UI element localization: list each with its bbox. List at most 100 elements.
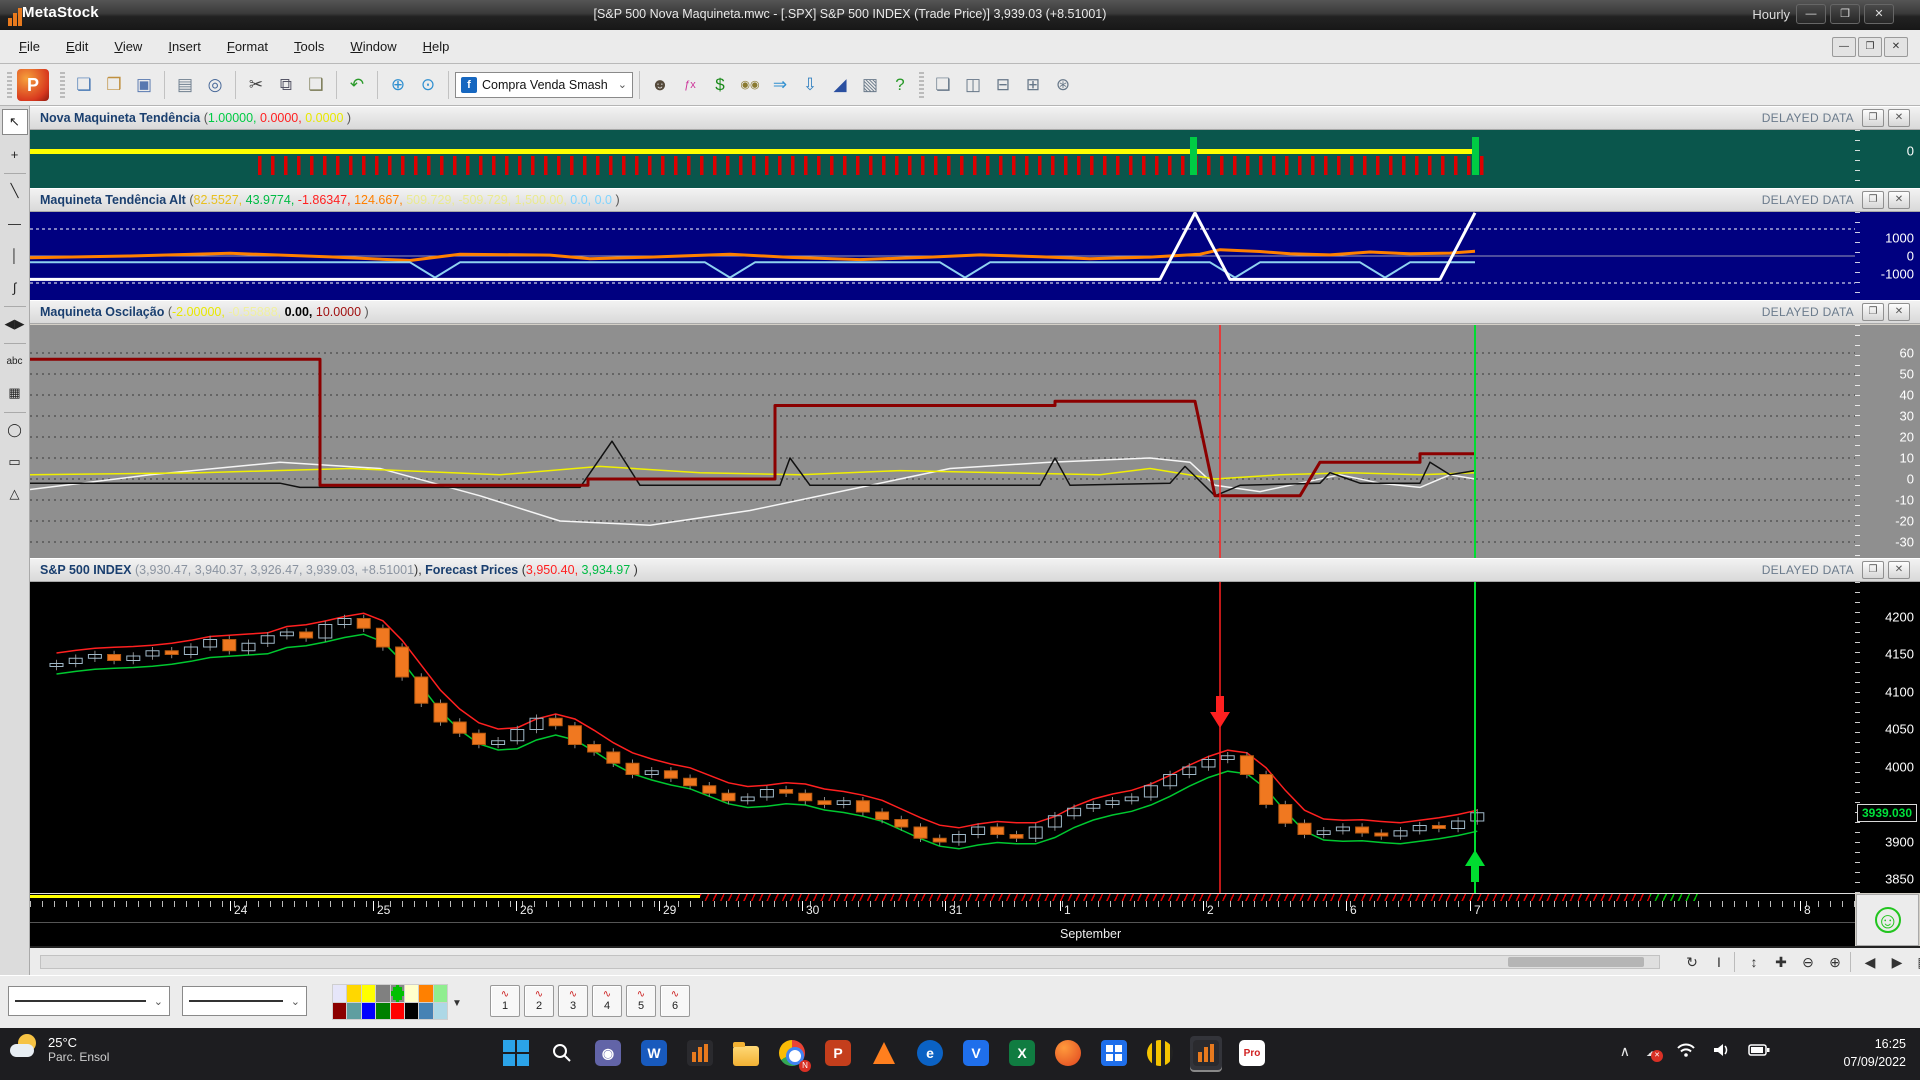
color-swatch[interactable] [391, 985, 404, 1002]
chart-layout-button-2[interactable]: ∿2 [524, 985, 554, 1017]
bar-interval-icon[interactable]: I [1707, 951, 1731, 973]
vertical-line-tool[interactable]: │ [2, 242, 28, 268]
vlc-icon[interactable] [868, 1036, 900, 1070]
line-weight-combo[interactable]: ⌄ [182, 986, 307, 1016]
p4c-plot-area[interactable] [30, 582, 1855, 893]
crosshair-tool[interactable]: + [2, 141, 28, 167]
panel-close-button[interactable]: ✕ [1888, 109, 1910, 127]
chat-icon[interactable]: ◉ [592, 1036, 624, 1070]
menu-file[interactable]: File [6, 33, 53, 60]
close-button[interactable]: ✕ [1864, 4, 1894, 24]
refresh-icon[interactable]: ↻ [1680, 951, 1704, 973]
menu-format[interactable]: Format [214, 33, 281, 60]
chart-layout-button-5[interactable]: ∿5 [626, 985, 656, 1017]
horizontal-line-tool[interactable]: — [2, 210, 28, 236]
rectangle-tool[interactable]: ▭ [2, 449, 28, 475]
color-swatch[interactable] [434, 1003, 447, 1020]
zoom-out-icon[interactable]: ⊖ [1796, 951, 1820, 973]
color-swatch[interactable] [347, 1003, 360, 1020]
orange-browser-icon[interactable] [1052, 1036, 1084, 1070]
system-tester-icon[interactable]: $ [706, 71, 734, 99]
color-swatch[interactable] [405, 985, 418, 1002]
chart-layout-button-6[interactable]: ∿6 [660, 985, 690, 1017]
mdi-close-button[interactable]: ✕ [1884, 37, 1908, 57]
volume-icon[interactable] [1712, 1042, 1732, 1061]
symbol-combo[interactable]: fCompra Venda Smash⌄ [455, 72, 633, 98]
color-swatch[interactable] [419, 985, 432, 1002]
panel-close-button[interactable]: ✕ [1888, 191, 1910, 209]
color-swatch[interactable] [391, 1003, 404, 1020]
p3c-plot-area[interactable] [30, 325, 1855, 558]
grid-tool[interactable]: ▦ [2, 380, 28, 406]
horizontal-scrollbar[interactable] [40, 955, 1660, 969]
line-style-combo[interactable]: ⌄ [8, 986, 170, 1016]
color-swatch[interactable] [362, 985, 375, 1002]
explorer-binoculars-icon[interactable]: ◉◉ [736, 71, 764, 99]
menu-view[interactable]: View [101, 33, 155, 60]
crosshair-icon[interactable]: ⊕ [384, 71, 412, 99]
menu-insert[interactable]: Insert [155, 33, 214, 60]
maximize-button[interactable]: ❐ [1830, 4, 1860, 24]
color-swatch[interactable] [376, 985, 389, 1002]
layout-options-icon[interactable]: ⊛ [1049, 71, 1077, 99]
undo-icon[interactable]: ↶ [343, 71, 371, 99]
menu-edit[interactable]: Edit [53, 33, 101, 60]
color-swatch[interactable] [419, 1003, 432, 1020]
chart-layout-button-1[interactable]: ∿1 [490, 985, 520, 1017]
scrollbar-thumb[interactable] [1508, 957, 1644, 967]
open-file-icon[interactable]: ❒ [100, 71, 128, 99]
wifi-icon[interactable] [1676, 1042, 1696, 1061]
color-swatch[interactable] [333, 1003, 346, 1020]
chart-panel-oscilacao[interactable]: 6050403020100-10-20-30 [30, 325, 1920, 558]
metastock-icon[interactable] [684, 1036, 716, 1070]
context-help-icon[interactable]: ? [886, 71, 914, 99]
chart-layout-button-4[interactable]: ∿4 [592, 985, 622, 1017]
weather-widget[interactable]: 25°C Parc. Ensol [10, 1034, 109, 1064]
page-right-icon[interactable]: ▶ [1885, 951, 1909, 973]
data-window-icon[interactable]: ▤ [1912, 951, 1920, 973]
indicator-builder-icon[interactable]: ƒx [676, 71, 704, 99]
chart-panel-tendencia[interactable]: 0 [30, 130, 1920, 188]
trendline-tool[interactable]: ╲ [2, 178, 28, 204]
print-icon[interactable]: ▤ [171, 71, 199, 99]
panel-restore-button[interactable]: ❐ [1862, 561, 1884, 579]
cut-icon[interactable]: ✂ [242, 71, 270, 99]
mdi-restore-button[interactable]: ❐ [1858, 37, 1882, 57]
panel-restore-button[interactable]: ❐ [1862, 191, 1884, 209]
color-swatch[interactable] [333, 985, 346, 1002]
vertical-scale-icon[interactable]: ↕ [1742, 951, 1766, 973]
mdi-minimize-button[interactable]: — [1832, 37, 1856, 57]
battery-icon[interactable] [1748, 1043, 1770, 1060]
panel-close-button[interactable]: ✕ [1888, 303, 1910, 321]
chart-panel-sp500[interactable]: 42004150410040504000390038503939.030 [30, 582, 1920, 893]
color-swatch[interactable] [376, 1003, 389, 1020]
tile-grid-icon[interactable]: ⊞ [1019, 71, 1047, 99]
bee-icon[interactable] [1144, 1036, 1176, 1070]
chart-panel-tendencia-alt[interactable]: 10000-1000 [30, 212, 1920, 300]
profit-pro-icon[interactable]: Pro [1236, 1036, 1268, 1070]
chrome-icon[interactable]: N [776, 1036, 808, 1070]
taskbar-clock[interactable]: 16:25 07/09/2022 [1843, 1036, 1906, 1071]
word-icon[interactable]: W [638, 1036, 670, 1070]
app-grid-icon[interactable] [1098, 1036, 1130, 1070]
color-swatch[interactable] [362, 1003, 375, 1020]
paste-icon[interactable]: ❑ [302, 71, 330, 99]
powerpoint-icon[interactable]: P [822, 1036, 854, 1070]
panel-close-button[interactable]: ✕ [1888, 561, 1910, 579]
pan-icon[interactable]: ✚ [1769, 951, 1793, 973]
chart-layout-button-3[interactable]: ∿3 [558, 985, 588, 1017]
zoom-select-icon[interactable]: ⊙ [414, 71, 442, 99]
cascade-windows-icon[interactable]: ❏ [929, 71, 957, 99]
pointer-tool[interactable]: ↖ [2, 109, 28, 135]
triangle-tool[interactable]: △ [2, 481, 28, 507]
scroll-arrows-tool[interactable]: ◀▶ [2, 311, 28, 337]
metastock-p-icon[interactable]: P [17, 69, 49, 101]
panel-restore-button[interactable]: ❐ [1862, 303, 1884, 321]
forecaster-icon[interactable]: ⇒ [766, 71, 794, 99]
expert-advisor-icon[interactable]: ☻ [646, 71, 674, 99]
p2c-plot-area[interactable] [30, 212, 1855, 300]
minimize-button[interactable]: — [1796, 4, 1826, 24]
menu-window[interactable]: Window [337, 33, 409, 60]
copy-icon[interactable]: ⧉ [272, 71, 300, 99]
tile-horizontal-icon[interactable]: ⊟ [989, 71, 1017, 99]
